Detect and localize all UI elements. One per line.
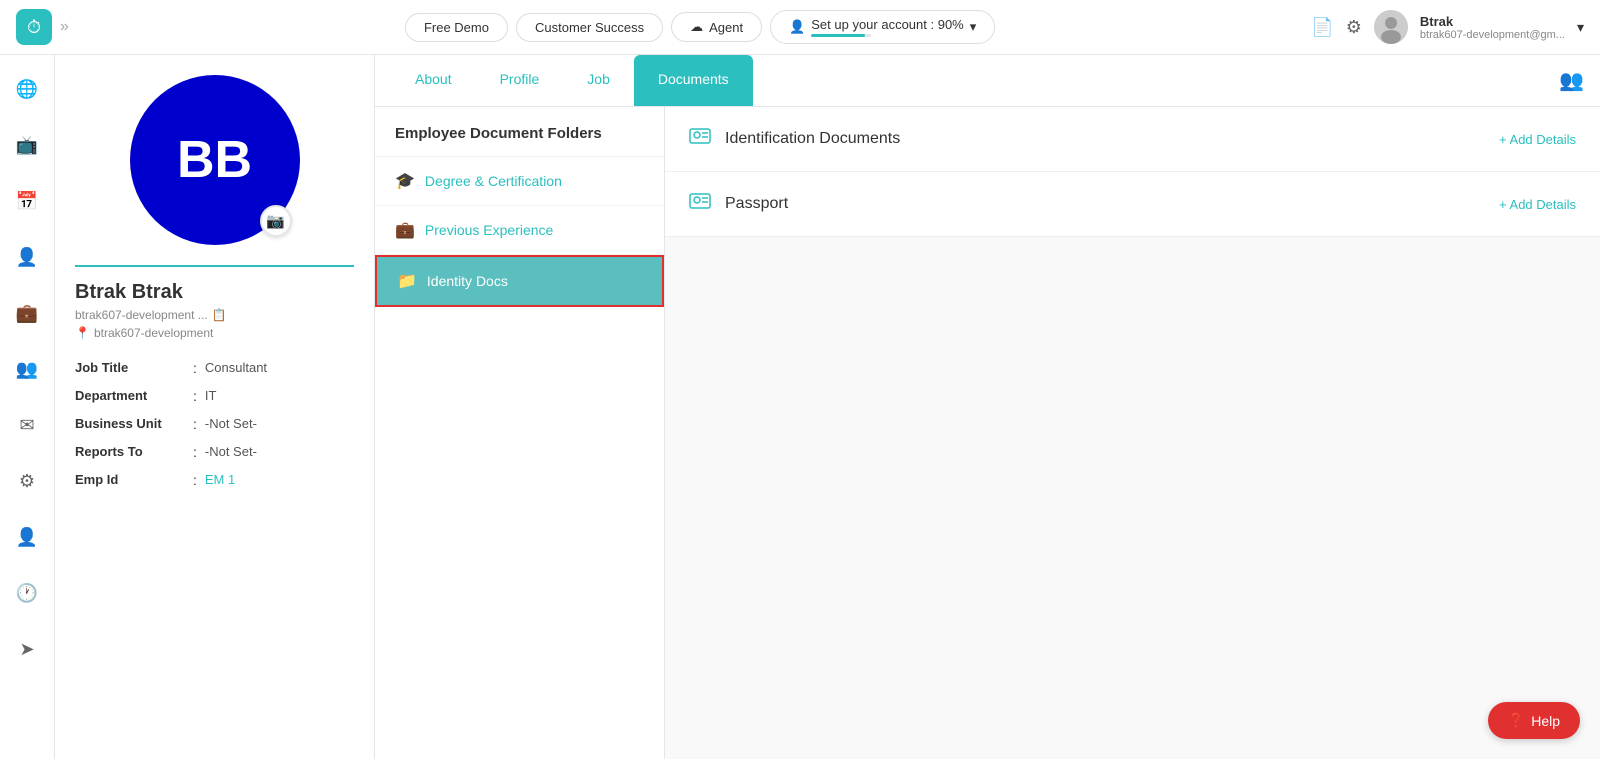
customer-success-button[interactable]: Customer Success: [516, 13, 663, 42]
header-nav: Free Demo Customer Success ☁ Agent 👤 Set…: [89, 10, 1311, 44]
cloud-icon: ☁: [690, 19, 703, 35]
avatar-section: BB 📷: [75, 75, 354, 245]
tab-job[interactable]: Job: [563, 55, 634, 106]
chevron-down-icon: ▾: [970, 19, 977, 35]
person-setup-icon: 👤: [789, 19, 805, 35]
add-details-identification-button[interactable]: + Add Details: [1499, 132, 1576, 147]
user-info: Btrak btrak607-development@gm...: [1420, 14, 1565, 41]
add-details-passport-button[interactable]: + Add Details: [1499, 197, 1576, 212]
department-label: Department: [75, 388, 185, 404]
emp-id-value: EM 1: [205, 472, 235, 488]
content-area: About Profile Job Documents 👥 Employee D…: [375, 55, 1600, 759]
business-unit-label: Business Unit: [75, 416, 185, 432]
app-logo[interactable]: ⏱: [16, 9, 52, 45]
job-title-label: Job Title: [75, 360, 185, 376]
tab-bar: About Profile Job Documents 👥: [375, 55, 1600, 107]
folders-panel: Employee Document Folders 🎓 Degree & Cer…: [375, 107, 665, 759]
main-layout: 🌐 📺 📅 👤 💼 👥 ✉ ⚙ 👤 🕐 ➤ BB 📷 Btrak Btrak b…: [0, 55, 1600, 759]
free-demo-button[interactable]: Free Demo: [405, 13, 508, 42]
header-right: 📄 ⚙ Btrak btrak607-development@gm... ▾: [1311, 10, 1584, 44]
folder-item-identity[interactable]: 📁 Identity Docs: [375, 255, 664, 307]
info-row-department: Department : IT: [75, 382, 354, 410]
info-table: Job Title : Consultant Department : IT B…: [75, 354, 354, 494]
doc-section-passport: Passport + Add Details: [665, 172, 1600, 237]
profile-divider: [75, 265, 354, 267]
top-header: ⏱ » Free Demo Customer Success ☁ Agent 👤…: [0, 0, 1600, 55]
employee-name: Btrak Btrak: [75, 281, 354, 304]
sidebar-item-globe[interactable]: 🌐: [9, 71, 45, 107]
briefcase2-icon: 💼: [395, 220, 415, 240]
logo-area: ⏱ »: [16, 9, 69, 45]
folder-item-previous[interactable]: 💼 Previous Experience: [375, 206, 664, 255]
department-value: IT: [205, 388, 217, 404]
copy-icon[interactable]: 📋: [212, 308, 227, 322]
sidebar-item-send[interactable]: ➤: [9, 631, 45, 667]
employee-avatar: BB 📷: [130, 75, 300, 245]
employee-dept: 📍 btrak607-development: [75, 326, 354, 340]
profile-sidebar: BB 📷 Btrak Btrak btrak607-development ..…: [55, 55, 375, 759]
folder-item-degree[interactable]: 🎓 Degree & Certification: [375, 157, 664, 206]
sidebar-item-clock[interactable]: 🕐: [9, 575, 45, 611]
gear-icon[interactable]: ⚙: [1346, 17, 1362, 38]
passport-title: Passport: [725, 195, 1499, 213]
job-title-value: Consultant: [205, 360, 267, 376]
reports-to-label: Reports To: [75, 444, 185, 460]
info-row-businessunit: Business Unit : -Not Set-: [75, 410, 354, 438]
setup-progress-bar: [811, 34, 871, 37]
avatar: [1374, 10, 1408, 44]
passport-icon: [689, 190, 711, 218]
agent-button[interactable]: ☁ Agent: [671, 12, 762, 42]
reports-to-value: -Not Set-: [205, 444, 257, 460]
location-icon: 📍: [75, 326, 90, 340]
sidebar-item-tv[interactable]: 📺: [9, 127, 45, 163]
folder-icon: 📁: [397, 271, 417, 291]
business-unit-value: -Not Set-: [205, 416, 257, 432]
info-row-empid: Emp Id : EM 1: [75, 466, 354, 494]
tab-documents[interactable]: Documents: [634, 55, 753, 106]
employee-email: btrak607-development ... 📋: [75, 308, 354, 322]
identification-docs-title: Identification Documents: [725, 130, 1499, 148]
info-row-reportsto: Reports To : -Not Set-: [75, 438, 354, 466]
setup-progress-fill: [811, 34, 865, 37]
sidebar-item-settings[interactable]: ⚙: [9, 463, 45, 499]
sidebar-item-mail[interactable]: ✉: [9, 407, 45, 443]
sidebar-item-user2[interactable]: 👤: [9, 519, 45, 555]
doc-section-identification: Identification Documents + Add Details: [665, 107, 1600, 172]
id-doc-icon: [689, 125, 711, 153]
sidebar-item-person[interactable]: 👤: [9, 239, 45, 275]
camera-button[interactable]: 📷: [260, 205, 292, 237]
sidebar-item-group[interactable]: 👥: [9, 351, 45, 387]
sidebar-item-calendar[interactable]: 📅: [9, 183, 45, 219]
user-name: Btrak: [1420, 14, 1565, 29]
setup-account-button[interactable]: 👤 Set up your account : 90% ▾: [770, 10, 995, 44]
user-dropdown-icon[interactable]: ▾: [1577, 19, 1584, 36]
document-icon[interactable]: 📄: [1311, 17, 1333, 38]
emp-id-label: Emp Id: [75, 472, 185, 488]
tab-profile[interactable]: Profile: [476, 55, 564, 106]
sidebar-item-briefcase[interactable]: 💼: [9, 295, 45, 331]
docs-main: Identification Documents + Add Details P…: [665, 107, 1600, 759]
help-icon: ❓: [1508, 712, 1525, 729]
documents-content: Employee Document Folders 🎓 Degree & Cer…: [375, 107, 1600, 759]
folders-title: Employee Document Folders: [375, 107, 664, 157]
sidebar-nav: 🌐 📺 📅 👤 💼 👥 ✉ ⚙ 👤 🕐 ➤: [0, 55, 55, 759]
users-icon[interactable]: 👥: [1559, 68, 1584, 93]
user-email: btrak607-development@gm...: [1420, 29, 1565, 41]
expand-icon[interactable]: »: [60, 18, 69, 36]
tab-about[interactable]: About: [391, 55, 476, 106]
graduation-icon: 🎓: [395, 171, 415, 191]
info-row-jobtitle: Job Title : Consultant: [75, 354, 354, 382]
help-button[interactable]: ❓ Help: [1488, 702, 1580, 739]
